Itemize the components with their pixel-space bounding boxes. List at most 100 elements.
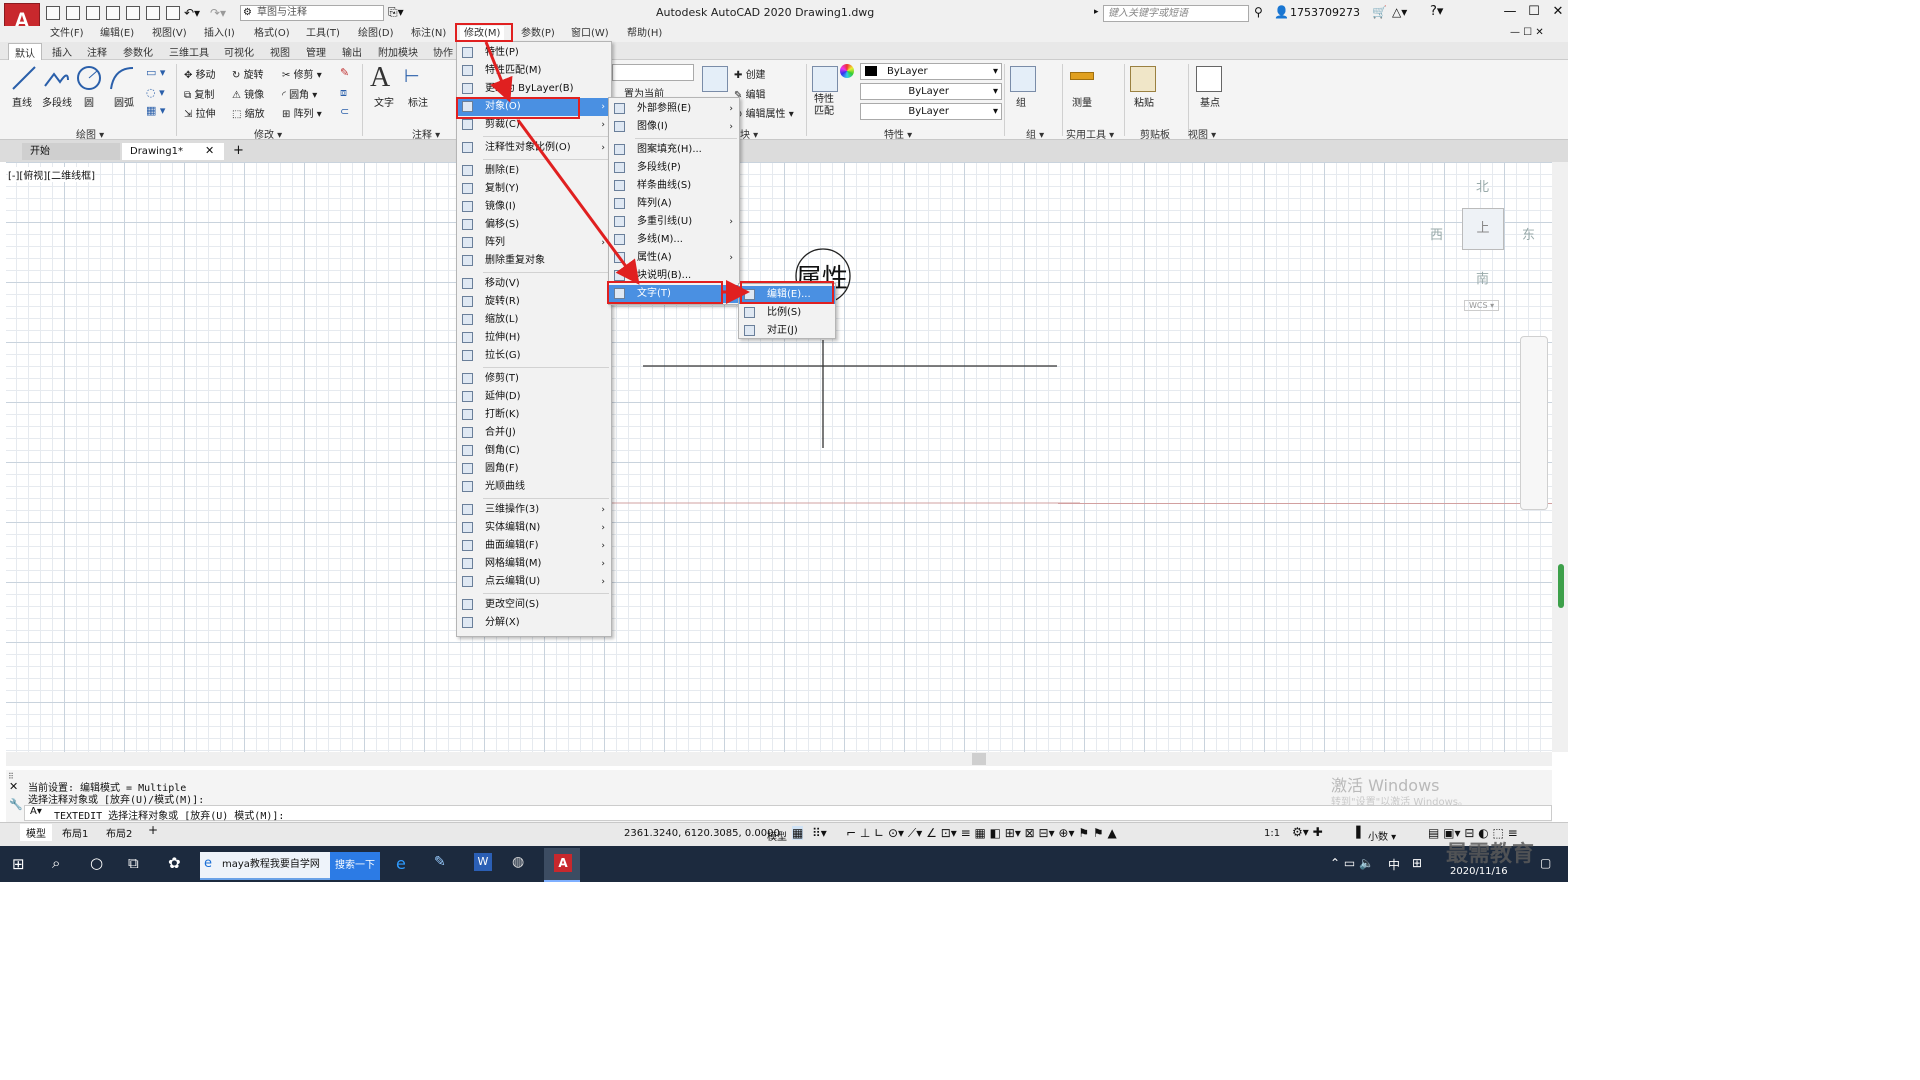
modify_menu-item[interactable]: 特性匹配(M): [457, 62, 611, 80]
tab-layout2[interactable]: 布局2: [106, 825, 132, 840]
share-icon[interactable]: ⎘▾: [388, 5, 404, 20]
scroll-thumb[interactable]: [1558, 564, 1564, 608]
doc-window-controls[interactable]: — ☐ ✕: [1510, 27, 1544, 38]
modify_menu-item[interactable]: 倒角(C): [457, 442, 611, 460]
notification-icon[interactable]: ▢: [1540, 856, 1551, 870]
ortho-icon[interactable]: ⌐ ⊥ ∟ ⊙▾ ⟋▾ ∠ ⊡▾ ≡ ▦ ◧ ⊞▾ ⊠ ⊟▾ ⊕▾ ⚑ ⚑ ▲: [846, 826, 1117, 841]
modify_menu-item[interactable]: 修剪(T): [457, 370, 611, 388]
lineweight-dropdown[interactable]: ByLayer ▾: [860, 103, 1002, 120]
user-icon[interactable]: 👤: [1274, 5, 1289, 19]
edge-icon[interactable]: e: [396, 854, 406, 873]
publish-icon[interactable]: [126, 6, 140, 20]
modify_menu-item[interactable]: 更改为 ByLayer(B): [457, 80, 611, 98]
modify_menu-item[interactable]: 三维操作(3) ›: [457, 501, 611, 519]
object_menu-item[interactable]: 多段线(P): [609, 159, 739, 177]
wrench-icon[interactable]: 🔧: [9, 798, 23, 811]
explode-icon[interactable]: ⧈: [340, 86, 347, 100]
paste-icon[interactable]: [1130, 66, 1156, 92]
object_menu-item[interactable]: 图像(I) ›: [609, 118, 739, 136]
menu-parametric[interactable]: 参数(P): [521, 26, 555, 42]
tab-addins[interactable]: 附加模块: [378, 44, 418, 59]
undo-icon[interactable]: ↶▾: [184, 6, 200, 20]
viewcube-face[interactable]: 上: [1462, 208, 1504, 250]
measure-icon[interactable]: [1070, 72, 1094, 80]
ime-indicator[interactable]: 中: [1388, 856, 1400, 873]
offset-icon[interactable]: ⊂: [340, 105, 349, 118]
panel-modify-label[interactable]: 修改 ▾: [254, 126, 282, 141]
panel-utilities-label[interactable]: 实用工具 ▾: [1066, 126, 1114, 141]
search-taskbar-icon[interactable]: ⌕: [52, 854, 60, 872]
tab-insert[interactable]: 插入: [52, 44, 72, 59]
horizontal-scrollbar[interactable]: [6, 752, 1552, 766]
app-icon[interactable]: ◍: [512, 854, 524, 870]
panel-clipboard-label[interactable]: 剪贴板: [1140, 126, 1170, 141]
cart-icon[interactable]: 🛒: [1372, 5, 1387, 19]
settings-gear-icon[interactable]: ⚙▾ ✚: [1292, 825, 1323, 839]
tab-parametric[interactable]: 参数化: [123, 44, 153, 59]
layer-dropdown[interactable]: [612, 64, 694, 81]
panel-properties-label[interactable]: 特性 ▾: [884, 126, 912, 141]
close-cmd-icon[interactable]: ✕: [9, 780, 18, 793]
wcs-dropdown[interactable]: WCS ▾: [1464, 300, 1500, 311]
help-icon[interactable]: ?▾: [1430, 4, 1443, 19]
word-icon[interactable]: W: [474, 853, 492, 871]
annotation-scale[interactable]: 1:1: [1264, 828, 1280, 839]
text_menu-item[interactable]: 对正(J): [739, 322, 835, 340]
modify_menu-item[interactable]: 曲面编辑(F) ›: [457, 537, 611, 555]
save-icon[interactable]: [86, 6, 100, 20]
tray-icons[interactable]: ⌃ ▭ 🔈: [1330, 856, 1374, 870]
search-button[interactable]: 搜索一下: [330, 852, 380, 880]
modify_menu-item[interactable]: 注释性对象比例(O) ›: [457, 139, 611, 157]
modify_menu-item[interactable]: 打断(K): [457, 406, 611, 424]
menu-file[interactable]: 文件(F): [50, 26, 84, 42]
menu-tools[interactable]: 工具(T): [306, 26, 340, 42]
text_menu-item[interactable]: 比例(S): [739, 304, 835, 322]
modify_menu-item[interactable]: 拉伸(H): [457, 329, 611, 347]
color-dropdown[interactable]: ByLayer ▾: [860, 63, 1002, 80]
modify_menu-item[interactable]: 偏移(S): [457, 216, 611, 234]
panel-block-label[interactable]: 块 ▾: [740, 126, 758, 141]
object_menu-item[interactable]: 属性(A) ›: [609, 249, 739, 267]
menu-insert[interactable]: 插入(I): [204, 26, 235, 42]
tab-layout1[interactable]: 布局1: [62, 825, 88, 840]
base-point-icon[interactable]: [1196, 66, 1222, 92]
user-name[interactable]: 1753709273: [1290, 6, 1360, 19]
viewcube-south[interactable]: 南: [1476, 268, 1489, 287]
menu-format[interactable]: 格式(O): [254, 26, 290, 42]
chevron-right-icon[interactable]: ▸: [1094, 7, 1099, 17]
cortana-icon[interactable]: ○: [90, 854, 103, 872]
a360-icon[interactable]: △▾: [1392, 5, 1407, 19]
viewcube-west[interactable]: 西: [1430, 224, 1443, 243]
workspace-dropdown[interactable]: 草图与注释: [240, 5, 384, 21]
modify_menu-item[interactable]: 延伸(D): [457, 388, 611, 406]
object_menu-item[interactable]: 样条曲线(S): [609, 177, 739, 195]
menu-edit[interactable]: 编辑(E): [100, 26, 134, 42]
modify_menu-item[interactable]: 缩放(L): [457, 311, 611, 329]
redo-icon[interactable]: ↷▾: [210, 6, 226, 20]
fillet-button[interactable]: ◜ 圆角 ▾: [282, 86, 317, 101]
minimize-icon[interactable]: —: [1500, 4, 1520, 19]
tab-output[interactable]: 输出: [342, 44, 362, 59]
stretch-button[interactable]: ⇲ 拉伸: [184, 105, 216, 120]
polyline-icon[interactable]: [42, 64, 70, 92]
modify_menu-item[interactable]: 镜像(I): [457, 198, 611, 216]
array-button[interactable]: ⊞ 阵列 ▾: [282, 105, 322, 120]
object_menu-item[interactable]: 图案填充(H)...: [609, 141, 739, 159]
modify_menu-item[interactable]: 点云编辑(U) ›: [457, 573, 611, 591]
object_menu-item[interactable]: 阵列(A): [609, 195, 739, 213]
arc-icon[interactable]: [108, 64, 136, 92]
vertical-scrollbar[interactable]: [1552, 162, 1568, 752]
object_menu-item[interactable]: 多线(M)...: [609, 231, 739, 249]
modify_menu-item[interactable]: 旋转(R): [457, 293, 611, 311]
circle-icon[interactable]: [75, 64, 103, 92]
modify_menu-item[interactable]: 圆角(F): [457, 460, 611, 478]
close-icon[interactable]: ✕: [1548, 4, 1568, 19]
panel-group-label[interactable]: 组 ▾: [1026, 126, 1044, 141]
menu-help[interactable]: 帮助(H): [627, 26, 662, 42]
modify_menu-item[interactable]: 特性(P): [457, 44, 611, 62]
model-space-toggle[interactable]: 模型: [767, 828, 787, 843]
group-icon[interactable]: [1010, 66, 1036, 92]
print-icon[interactable]: [166, 6, 180, 20]
copy-button[interactable]: ⧉ 复制: [184, 86, 214, 101]
add-layout-icon[interactable]: +: [148, 823, 158, 837]
